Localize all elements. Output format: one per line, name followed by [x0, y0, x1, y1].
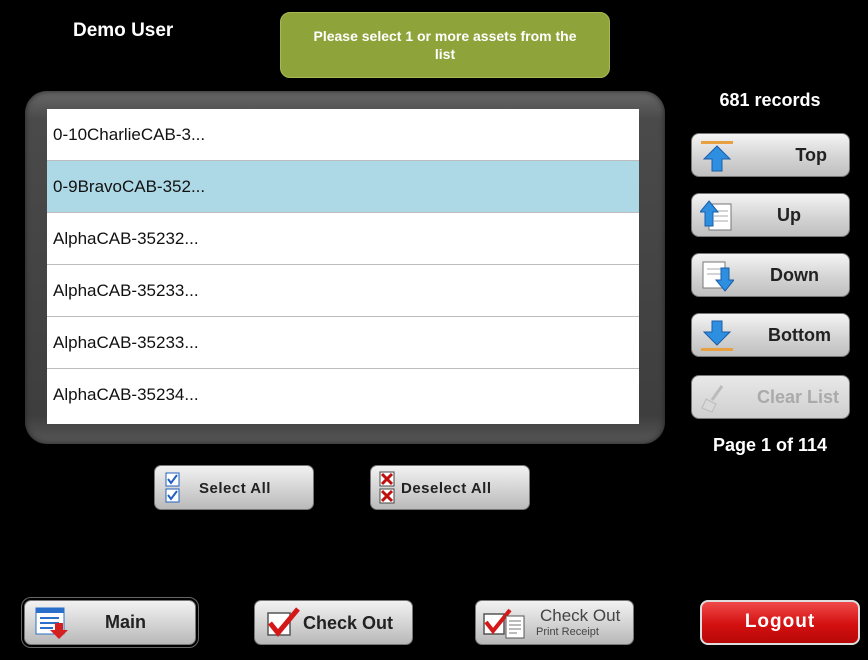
up-label: Up: [777, 205, 801, 225]
page-down-icon: [702, 261, 734, 292]
check-out-print-label: Check Out: [540, 606, 621, 625]
check-out-print-receipt-button[interactable]: Check Out Print Receipt: [475, 600, 634, 645]
instruction-text: Please select 1 or more assets from the …: [313, 28, 577, 62]
asset-list[interactable]: 0-10CharlieCAB-3... 0-9BravoCAB-352... A…: [47, 109, 639, 424]
list-item-selected[interactable]: 0-9BravoCAB-352...: [47, 161, 639, 213]
arrow-to-bottom-icon: [701, 320, 733, 351]
receipt-checkmark-icon: [483, 608, 525, 639]
main-label: Main: [105, 612, 147, 632]
main-menu-icon: [35, 607, 68, 639]
checkbox-x-icon: [379, 471, 395, 504]
arrow-to-top-icon: [701, 141, 733, 172]
deselect-all-button[interactable]: Deselect All: [370, 465, 530, 510]
checkbox-checked-icon: [165, 472, 180, 503]
page-indicator: Page 1 of 114: [712, 435, 828, 455]
deselect-all-label: Deselect All: [401, 480, 492, 497]
up-button[interactable]: Up: [691, 193, 850, 237]
main-button[interactable]: Main: [21, 597, 199, 648]
list-item[interactable]: 0-10CharlieCAB-3...: [47, 109, 639, 161]
check-out-label: Check Out: [303, 613, 394, 633]
clear-list-label: Clear List: [756, 387, 839, 407]
list-item[interactable]: AlphaCAB-35233...: [47, 317, 639, 369]
down-button[interactable]: Down: [691, 253, 850, 297]
select-all-button[interactable]: Select All: [154, 465, 314, 510]
down-label: Down: [770, 265, 819, 285]
page-up-icon: [700, 200, 732, 231]
list-item[interactable]: AlphaCAB-35234...: [47, 369, 639, 421]
top-button[interactable]: Top: [691, 133, 850, 177]
bottom-label: Bottom: [768, 325, 831, 345]
check-out-button[interactable]: Check Out: [254, 600, 413, 645]
bottom-button[interactable]: Bottom: [691, 313, 850, 357]
logout-button[interactable]: Logout: [700, 600, 860, 645]
select-all-label: Select All: [199, 480, 271, 497]
instruction-banner: Please select 1 or more assets from the …: [280, 12, 610, 78]
broom-icon: [701, 385, 724, 413]
list-item[interactable]: AlphaCAB-35233...: [47, 265, 639, 317]
clear-list-button[interactable]: Clear List: [691, 375, 850, 419]
print-receipt-label: Print Receipt: [536, 626, 599, 638]
record-count: 681 records: [719, 90, 821, 110]
list-item[interactable]: AlphaCAB-35232...: [47, 213, 639, 265]
user-name: Demo User: [73, 20, 174, 41]
top-label: Top: [795, 145, 827, 165]
checkmark-box-icon: [267, 607, 300, 637]
